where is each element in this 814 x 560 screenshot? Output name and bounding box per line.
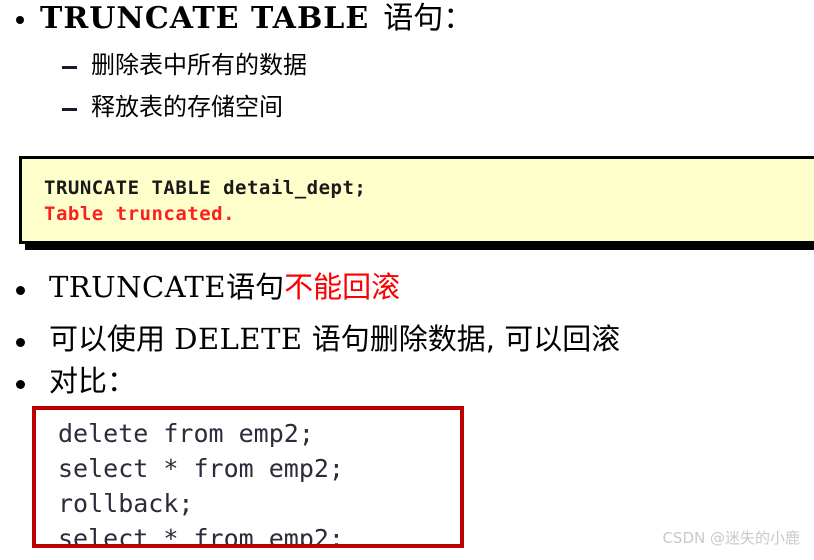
- heading-text: TRUNCATE TABLE 语句：: [40, 2, 473, 36]
- point-text: 可以使用 DELETE 语句删除数据, 可以回滚: [49, 322, 620, 356]
- point-label: 对比：: [49, 364, 137, 398]
- bullet-dot-icon: [16, 338, 25, 347]
- sub-bullet-item-2: 释放表的存储空间: [62, 92, 283, 122]
- point-prefix-text: 可以使用: [49, 322, 175, 356]
- point-emphasis-text: 不能回滚: [284, 270, 401, 304]
- sql-line: delete from emp2;: [58, 419, 314, 448]
- point-item-3: 对比：: [16, 364, 136, 398]
- sub-bullet-item-1: 删除表中所有的数据: [62, 50, 307, 80]
- slide-canvas: TRUNCATE TABLE 语句： 删除表中所有的数据 释放表的存储空间 TRU…: [0, 0, 814, 560]
- point-suffix-text: 语句删除数据, 可以回滚: [302, 322, 621, 356]
- heading-bullet-item: TRUNCATE TABLE 语句：: [16, 2, 473, 36]
- bullet-dot-icon: [16, 286, 25, 295]
- point-plain-text: 语句: [226, 270, 285, 304]
- code-response-line: Table truncated.: [44, 203, 236, 225]
- dash-icon: [62, 108, 77, 111]
- point-text: TRUNCATE语句不能回滚: [49, 270, 400, 304]
- sql-line: select * from emp2;: [58, 454, 344, 483]
- heading-keyword: TRUNCATE TABLE: [40, 1, 370, 36]
- dash-icon: [62, 66, 77, 69]
- point-item-2: 可以使用 DELETE 语句删除数据, 可以回滚: [16, 322, 620, 356]
- point-mono-keyword: DELETE: [174, 322, 303, 356]
- sub-bullet-label: 删除表中所有的数据: [91, 51, 307, 79]
- sql-example-box: delete from emp2; select * from emp2; ro…: [32, 406, 464, 548]
- bullet-dot-icon: [16, 380, 25, 389]
- point-item-1: TRUNCATE语句不能回滚: [16, 270, 400, 304]
- code-output-panel: TRUNCATE TABLE detail_dept; Table trunca…: [19, 156, 814, 244]
- point-mono-keyword: TRUNCATE: [49, 270, 227, 304]
- bullet-dot-icon: [16, 16, 24, 24]
- sql-line: rollback;: [58, 489, 194, 518]
- watermark: CSDN @迷失的小鹿: [662, 529, 800, 547]
- sub-bullet-label: 释放表的存储空间: [91, 93, 283, 121]
- sql-line: select * from emp2;: [58, 524, 344, 548]
- code-command-line: TRUNCATE TABLE detail_dept;: [44, 177, 367, 199]
- heading-suffix: 语句：: [383, 1, 474, 36]
